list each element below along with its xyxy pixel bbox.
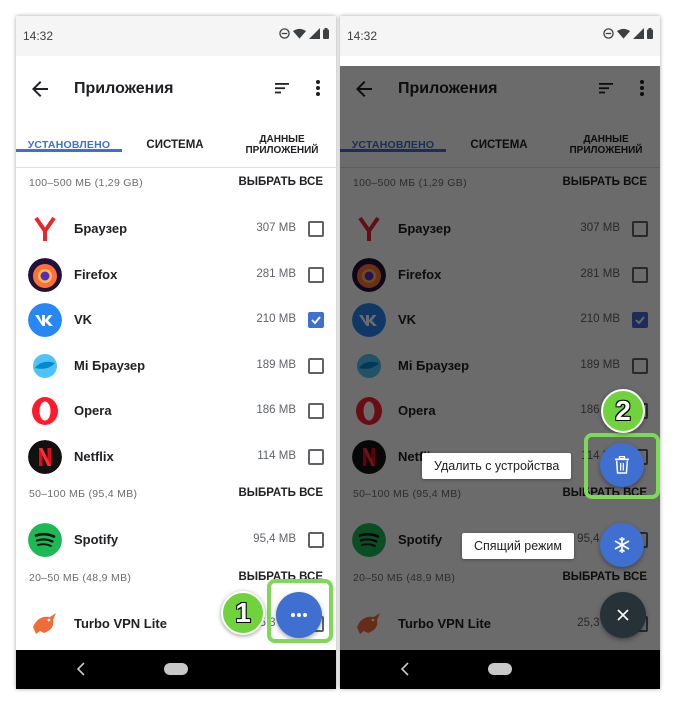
cell-signal-icon (633, 28, 644, 39)
turbo-vpn-icon (28, 606, 62, 641)
active-tab-indicator (16, 149, 122, 152)
check-icon (311, 316, 321, 325)
app-name: Netflix (74, 448, 114, 464)
app-select-checkbox[interactable] (308, 357, 324, 374)
tab-bar: УСТАНОВЛЕНО СИСТЕМА ДАННЫЕПРИЛОЖЕНИЙ (16, 122, 336, 168)
tab-app-data[interactable]: ДАННЫЕПРИЛОЖЕНИЙ (228, 122, 336, 168)
arrow-back-icon[interactable] (28, 77, 52, 101)
opera-icon (28, 394, 62, 428)
spotify-icon (28, 523, 62, 557)
step-2-badge: 2 (601, 389, 645, 433)
app-row[interactable]: Firefox 281 MB (16, 252, 336, 298)
app-size: 307 MB (256, 222, 296, 234)
snowflake-icon (614, 537, 630, 553)
app-select-checkbox[interactable] (308, 266, 324, 283)
app-select-checkbox[interactable] (308, 403, 324, 419)
section-title: 100–500 МБ (1,29 GB) (29, 177, 143, 189)
app-name: Turbo VPN Lite (74, 615, 167, 631)
netflix-icon (28, 439, 62, 474)
status-icons (603, 28, 653, 39)
section-title: 50–100 МБ (95,4 MB) (29, 488, 138, 500)
app-size: 281 MB (256, 267, 296, 280)
tab-installed[interactable]: УСТАНОВЛЕНО (16, 122, 122, 168)
phone-screen-right: 14:32 Приложения УСТАНОВЛЕНО СИСТЕМА ДАН… (340, 16, 660, 689)
wifi-icon (293, 28, 306, 39)
more-vert-icon[interactable] (308, 77, 328, 99)
section-title: 20–50 МБ (48,9 MB) (29, 571, 132, 584)
section-header: 50–100 МБ (95,4 MB) ВЫБРАТЬ ВСЕ (16, 479, 336, 509)
app-row[interactable]: VK 210 MB (16, 297, 336, 343)
select-all-button[interactable]: ВЫБРАТЬ ВСЕ (238, 487, 323, 499)
app-size: 210 MB (256, 313, 296, 325)
nav-back-icon[interactable] (400, 662, 410, 676)
section-header: 100–500 МБ (1,29 GB) ВЫБРАТЬ ВСЕ (16, 168, 336, 198)
firefox-icon (28, 257, 62, 292)
do-not-disturb-icon (603, 28, 614, 39)
nav-back-icon[interactable] (76, 662, 86, 676)
app-size: 186 MB (256, 404, 296, 416)
app-name: Opera (74, 403, 112, 418)
cell-signal-icon (309, 28, 320, 39)
status-time: 14:32 (23, 29, 54, 43)
close-icon (617, 609, 629, 621)
navigation-bar (16, 650, 336, 689)
battery-icon (323, 28, 329, 39)
status-bar: 14:32 (16, 16, 336, 56)
navigation-bar (340, 650, 660, 689)
sleep-mode-button[interactable] (600, 523, 644, 567)
close-fab-menu-button[interactable] (600, 592, 646, 638)
app-select-checkbox[interactable] (308, 448, 324, 465)
wifi-icon (617, 28, 630, 39)
app-name: Spotify (74, 532, 119, 547)
sort-icon[interactable] (272, 78, 292, 98)
status-bar: 14:32 (340, 16, 660, 56)
app-row[interactable]: Opera 186 MB (16, 388, 336, 434)
app-name: Mi Браузер (74, 357, 146, 373)
app-size: 189 MB (256, 358, 296, 371)
app-size: 95,4 MB (253, 533, 296, 545)
app-select-checkbox[interactable] (308, 221, 324, 237)
delete-from-device-label[interactable]: Удалить с устройства (422, 453, 572, 479)
app-name: VK (74, 312, 93, 327)
app-select-checkbox[interactable] (308, 532, 324, 548)
mi-browser-icon (28, 348, 62, 383)
nav-home-pill[interactable] (164, 663, 188, 675)
do-not-disturb-icon (279, 28, 290, 39)
app-row[interactable]: Spotify 95,4 MB (16, 517, 336, 563)
vk-icon (28, 303, 62, 337)
battery-icon (647, 28, 653, 39)
sleep-mode-label[interactable]: Спящий режим (462, 533, 574, 559)
app-size: 114 MB (257, 449, 296, 462)
yandex-browser-icon (28, 212, 62, 246)
step-1-badge: 1 (221, 591, 265, 635)
app-bar: Приложения (16, 56, 336, 122)
app-name: Браузер (74, 221, 128, 236)
app-row[interactable]: Mi Браузер 189 MB (16, 343, 336, 389)
select-all-button[interactable]: ВЫБРАТЬ ВСЕ (238, 176, 323, 188)
status-time: 14:32 (347, 29, 378, 43)
step-2-highlight-frame (584, 433, 660, 499)
page-title: Приложения (74, 80, 174, 97)
app-select-checkbox[interactable] (308, 312, 324, 328)
tab-system[interactable]: СИСТЕМА (122, 122, 228, 168)
app-name: Firefox (74, 266, 118, 282)
nav-home-pill[interactable] (488, 663, 512, 675)
status-icons (279, 28, 329, 39)
step-1-highlight-frame (267, 579, 333, 643)
app-row[interactable]: Браузер 307 MB (16, 206, 336, 252)
app-row[interactable]: Netflix 114 MB (16, 434, 336, 480)
